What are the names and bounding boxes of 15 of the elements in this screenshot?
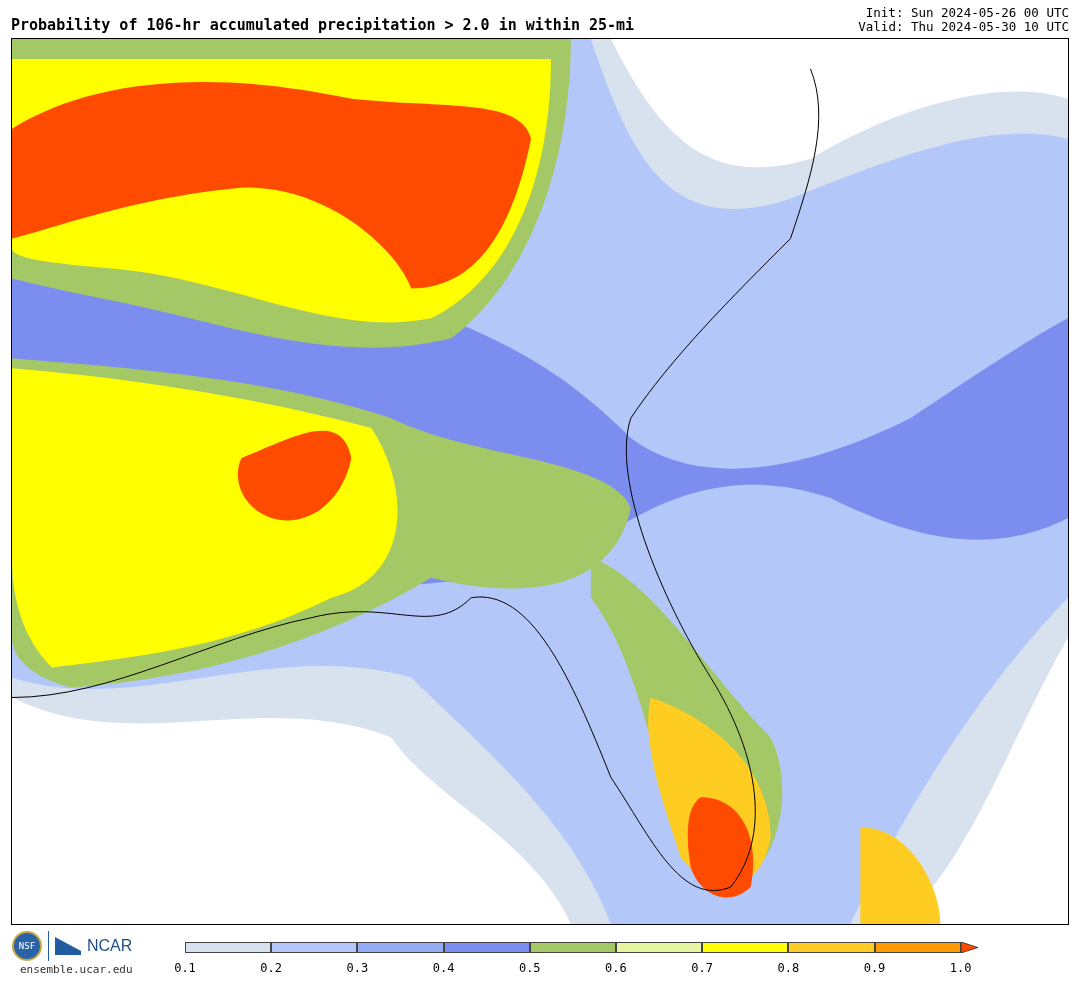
plot-title: Probability of 106-hr accumulated precipitation > 2.0 in within 25-mi — [11, 16, 635, 34]
legend-tick-label: 0.4 — [431, 961, 456, 975]
init-time: Init: Sun 2024-05-26 00 UTC — [865, 6, 1069, 20]
legend-tick-label: 0.6 — [604, 961, 628, 975]
legend-tick-label: 0.9 — [862, 961, 887, 975]
legend-tick-label: 0.1 — [173, 961, 197, 975]
nsf-logo: NSF — [12, 931, 42, 961]
ncar-logo: NCAR — [87, 937, 133, 955]
legend-tick-label: 0.5 — [517, 961, 542, 975]
legend-tick-label: 1.0 — [948, 961, 973, 975]
legend-tick-label: 0.2 — [259, 961, 284, 975]
valid-time: Valid: Thu 2024-05-30 10 UTC — [858, 20, 1069, 34]
legend-tick-label: 0.3 — [345, 961, 370, 975]
legend-tick-label: 0.8 — [776, 961, 801, 975]
legend-tick-label: 0.7 — [690, 961, 714, 975]
